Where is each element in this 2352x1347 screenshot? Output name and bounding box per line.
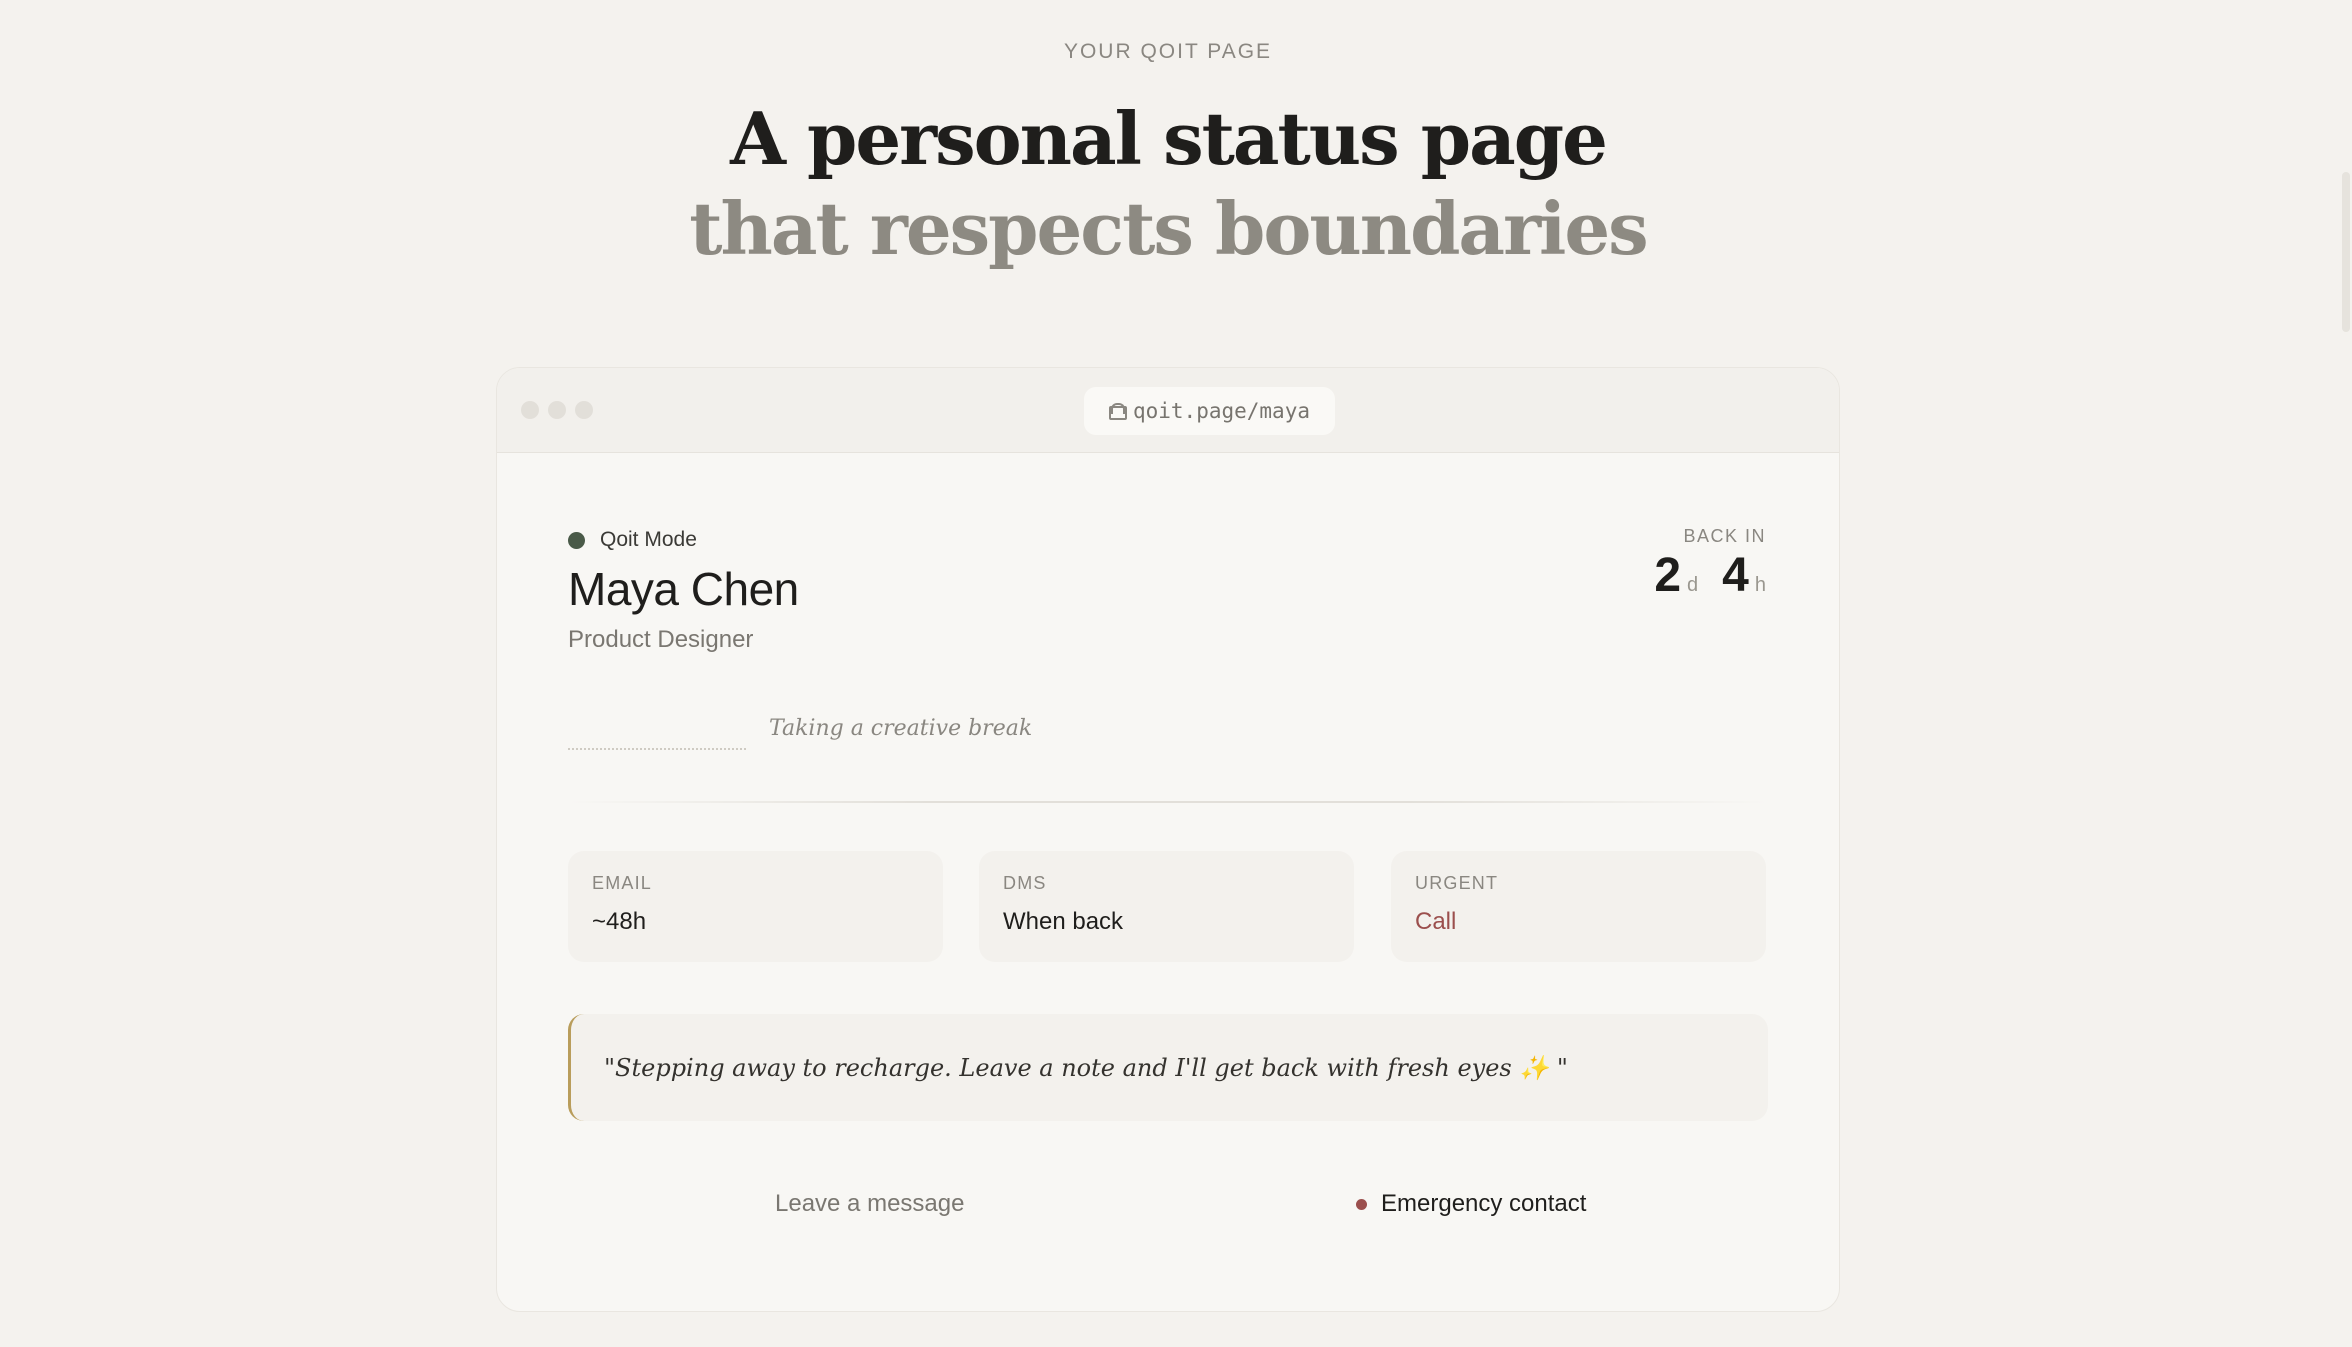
mode-label: Qoit Mode [600, 528, 697, 551]
channel-label: EMAIL [592, 873, 653, 893]
maximize-dot [575, 401, 593, 419]
days-value: 2 [1654, 549, 1682, 602]
back-in-label: BACK IN [1683, 526, 1766, 546]
section-divider [568, 801, 1768, 803]
headline-primary: A personal status page [730, 96, 1608, 181]
browser-chrome: qoit.page/maya [497, 368, 1839, 453]
page-scrollbar[interactable] [2342, 172, 2350, 332]
channel-card-email: EMAIL ~48h [568, 851, 943, 962]
section-eyebrow: YOUR QOIT PAGE [1063, 40, 1273, 63]
status-mode: Qoit Mode [568, 528, 697, 552]
action-row: Leave a message Emergency contact [0, 1190, 2352, 1230]
browser-mockup: qoit.page/maya [496, 367, 1840, 1312]
status-dotted-line [568, 748, 746, 750]
channel-card-dms: DMS When back [979, 851, 1354, 962]
channel-value: When back [1003, 908, 1124, 935]
profile-name: Maya Chen [568, 563, 799, 615]
profile-role: Product Designer [568, 626, 754, 653]
url-text: qoit.page/maya [1132, 399, 1310, 423]
emergency-label: Emergency contact [1381, 1190, 1587, 1217]
emergency-contact-button[interactable]: Emergency contact [1356, 1190, 1586, 1218]
minimize-dot [548, 401, 566, 419]
close-dot [521, 401, 539, 419]
status-text: Taking a creative break [769, 716, 1033, 741]
leave-message-button[interactable]: Leave a message [775, 1190, 964, 1218]
away-message-quote: "Stepping away to recharge. Leave a note… [568, 1014, 1768, 1121]
hours-unit: h [1754, 574, 1766, 596]
lock-icon [1108, 402, 1127, 420]
channel-value: Call [1415, 908, 1457, 935]
channel-label: URGENT [1415, 873, 1499, 893]
channel-value: ~48h [592, 908, 647, 935]
days-unit: d [1687, 574, 1699, 596]
back-in-countdown: 2 d 4 h [1654, 548, 1766, 603]
channel-label: DMS [1003, 873, 1047, 893]
status-dot-icon [568, 531, 585, 549]
channel-card-urgent: URGENT Call [1391, 851, 1766, 962]
emergency-dot-icon [1356, 1198, 1367, 1210]
address-bar[interactable]: qoit.page/maya [1084, 387, 1335, 435]
hours-value: 4 [1722, 549, 1749, 602]
window-controls [521, 401, 593, 419]
headline-secondary: that respects boundaries [689, 186, 1648, 271]
